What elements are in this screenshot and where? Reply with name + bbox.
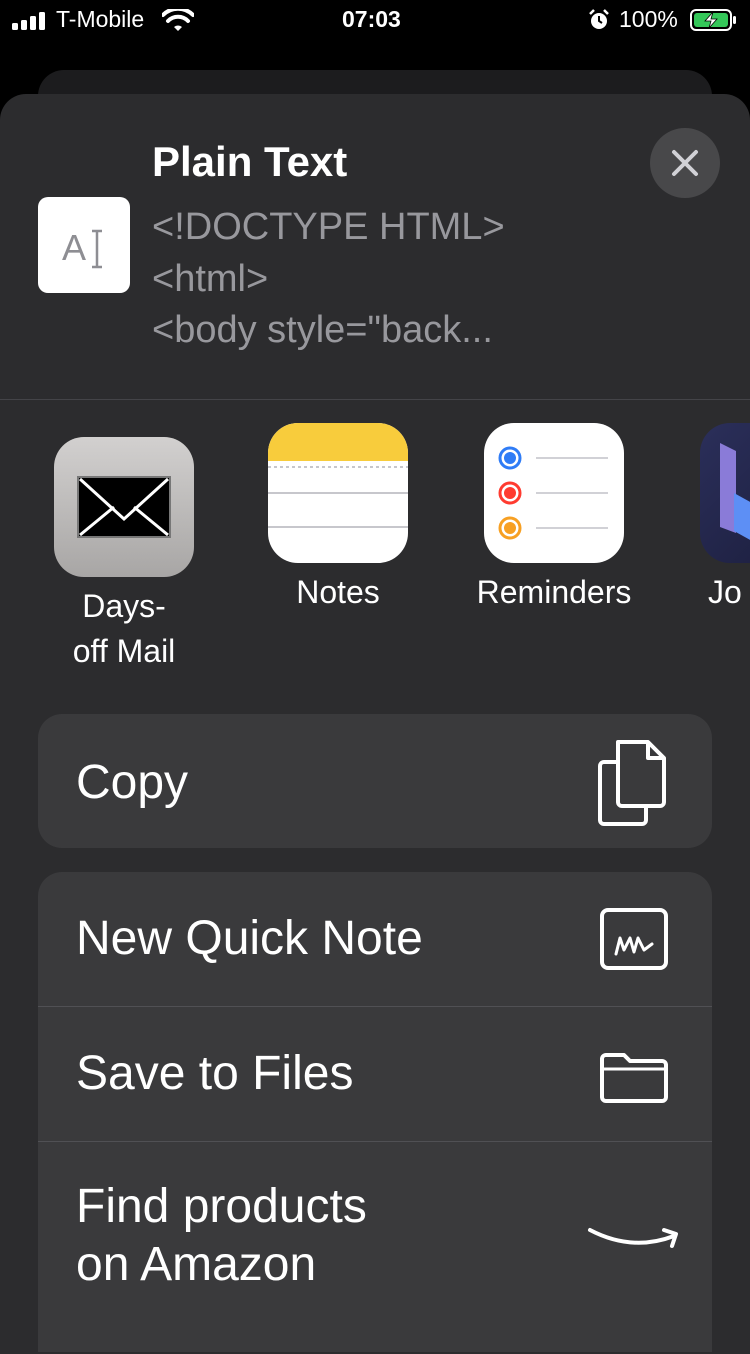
amazon-smile-icon [588,1228,678,1248]
document-preview-icon: A [38,197,130,293]
action-new-quick-note[interactable]: New Quick Note [38,872,712,1007]
text-cursor-icon [92,229,102,269]
app-label-reminders: Reminders [476,574,632,610]
battery-charging-icon [690,9,736,31]
partial-app-icon [700,423,750,563]
preview-line-1: <!DOCTYPE HTML> [152,206,505,248]
share-sheet-header: A Plain Text <!DOCTYPE HTML> <html> <bod… [0,94,750,400]
carrier-name: T-Mobile [56,6,145,32]
preview-line-2: <html> [152,258,269,300]
secondary-actions-group: New Quick Note Save to Files Find produc… [38,872,712,1352]
share-title: Plain Text [152,138,348,185]
action-label-find-on-amazon: Find products on Amazon [76,1180,367,1291]
action-label-new-quick-note: New Quick Note [76,912,423,965]
primary-actions-group: Copy [38,714,712,848]
cellular-signal-icon [12,12,45,30]
action-copy[interactable]: Copy [38,714,712,848]
mail-icon [54,437,194,577]
app-label-notes: Notes [296,574,380,610]
wifi-icon [162,9,194,31]
app-label-partial: Jo [708,574,742,610]
app-label-days-off-mail: Days- off Mail [72,588,176,669]
alarm-icon [589,9,609,29]
status-bar: T-Mobile 07:03 100% [0,0,750,40]
close-icon [672,150,698,176]
action-save-to-files[interactable]: Save to Files [38,1007,712,1142]
copy-icon [598,740,666,826]
folder-icon [600,1053,668,1103]
app-share-row: Days- off Mail Notes Reminders Jo [0,400,750,700]
reminders-icon [484,423,624,563]
text-cursor-glyph: A [62,227,87,268]
action-label-save-to-files: Save to Files [76,1047,354,1100]
preview-line-3: <body style="back... [152,309,493,351]
action-label-copy: Copy [76,756,189,809]
notes-icon [268,423,408,563]
action-find-on-amazon[interactable]: Find products on Amazon [38,1142,712,1352]
clock-time: 07:03 [342,6,401,32]
share-sheet: A Plain Text <!DOCTYPE HTML> <html> <bod… [0,94,750,1354]
quick-note-icon [600,908,668,970]
battery-percentage: 100% [619,6,678,32]
close-button[interactable] [650,128,720,198]
